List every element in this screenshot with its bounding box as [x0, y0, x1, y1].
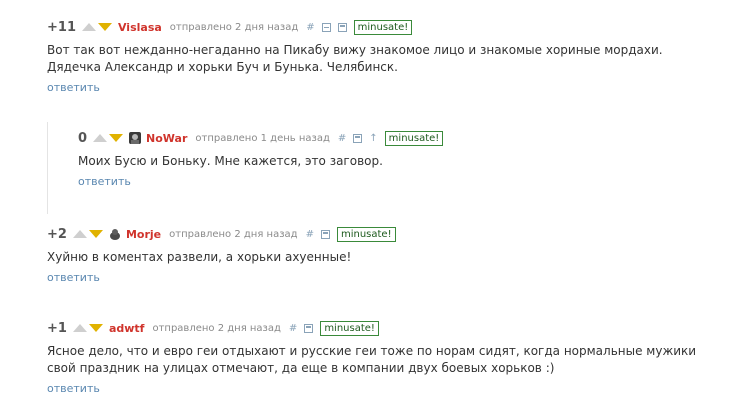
upvote-icon[interactable] — [81, 23, 96, 31]
comment-time: отправлено 2 дня назад — [169, 21, 299, 33]
save-icon[interactable] — [320, 229, 330, 239]
downvote-icon[interactable] — [88, 324, 103, 332]
comment-header: +2 Morje отправлено 2 дня назад # minusa… — [47, 225, 687, 243]
downvote-icon[interactable] — [109, 134, 124, 142]
save-icon[interactable] — [353, 133, 363, 143]
hash-icon[interactable]: # — [306, 22, 314, 33]
comment: +2 Morje отправлено 2 дня назад # minusa… — [47, 225, 687, 285]
comment-header: +1 adwtf отправлено 2 дня назад # minusa… — [47, 319, 707, 337]
author-link[interactable]: NoWar — [146, 132, 187, 145]
comment-header: +11 Vislasa отправлено 2 дня назад # min… — [47, 18, 687, 36]
collapse-icon[interactable] — [321, 22, 331, 32]
comment-time: отправлено 2 дня назад — [152, 322, 281, 334]
comment-text: Моих Бусю и Боньку. Мне кажется, это заг… — [78, 154, 383, 168]
comment: +11 Vislasa отправлено 2 дня назад # min… — [47, 18, 687, 95]
thread-line — [47, 122, 48, 214]
comment-rating: +11 — [47, 19, 76, 35]
avatar — [129, 132, 142, 144]
avatar — [108, 228, 121, 240]
upvote-icon[interactable] — [93, 134, 108, 142]
hash-icon[interactable]: # — [306, 229, 314, 240]
comment-text: Вот так вот нежданно-негаданно на Пикабу… — [47, 43, 663, 74]
author-link[interactable]: Vislasa — [118, 21, 162, 34]
reply-link[interactable]: ответить — [47, 382, 100, 395]
author-link[interactable]: adwtf — [109, 322, 145, 335]
comment: +1 adwtf отправлено 2 дня назад # minusa… — [47, 319, 707, 396]
save-icon[interactable] — [304, 323, 314, 333]
save-icon[interactable] — [337, 22, 347, 32]
comment-text: Хуйню в коментах развели, а хорьки ахуен… — [47, 250, 352, 264]
parent-arrow-icon[interactable]: ↑ — [369, 133, 377, 144]
comment-time: отправлено 2 дня назад — [169, 228, 298, 240]
comment-time: отправлено 1 день назад — [195, 132, 330, 144]
reply-link[interactable]: ответить — [47, 271, 100, 284]
minusate-badge[interactable]: minusate! — [384, 130, 444, 146]
comment-rating: 0 — [78, 130, 88, 146]
comment-reply: 0 NoWar отправлено 1 день назад # ↑ minu… — [78, 129, 658, 189]
upvote-icon[interactable] — [72, 230, 87, 238]
author-link[interactable]: Morje — [126, 228, 161, 241]
minusate-badge[interactable]: minusate! — [336, 226, 396, 242]
hash-icon[interactable]: # — [289, 323, 297, 334]
comment-rating: +2 — [47, 226, 67, 242]
comment-header: 0 NoWar отправлено 1 день назад # ↑ minu… — [78, 129, 658, 147]
hash-icon[interactable]: # — [338, 133, 346, 144]
comment-text: Ясное дело, что и евро геи отдыхают и ру… — [47, 344, 697, 375]
upvote-icon[interactable] — [72, 324, 87, 332]
downvote-icon[interactable] — [97, 23, 112, 31]
downvote-icon[interactable] — [88, 230, 103, 238]
minusate-badge[interactable]: minusate! — [320, 320, 379, 336]
comment-rating: +1 — [47, 320, 67, 336]
reply-link[interactable]: ответить — [78, 175, 131, 188]
reply-link[interactable]: ответить — [47, 81, 100, 94]
minusate-badge[interactable]: minusate! — [353, 19, 413, 35]
